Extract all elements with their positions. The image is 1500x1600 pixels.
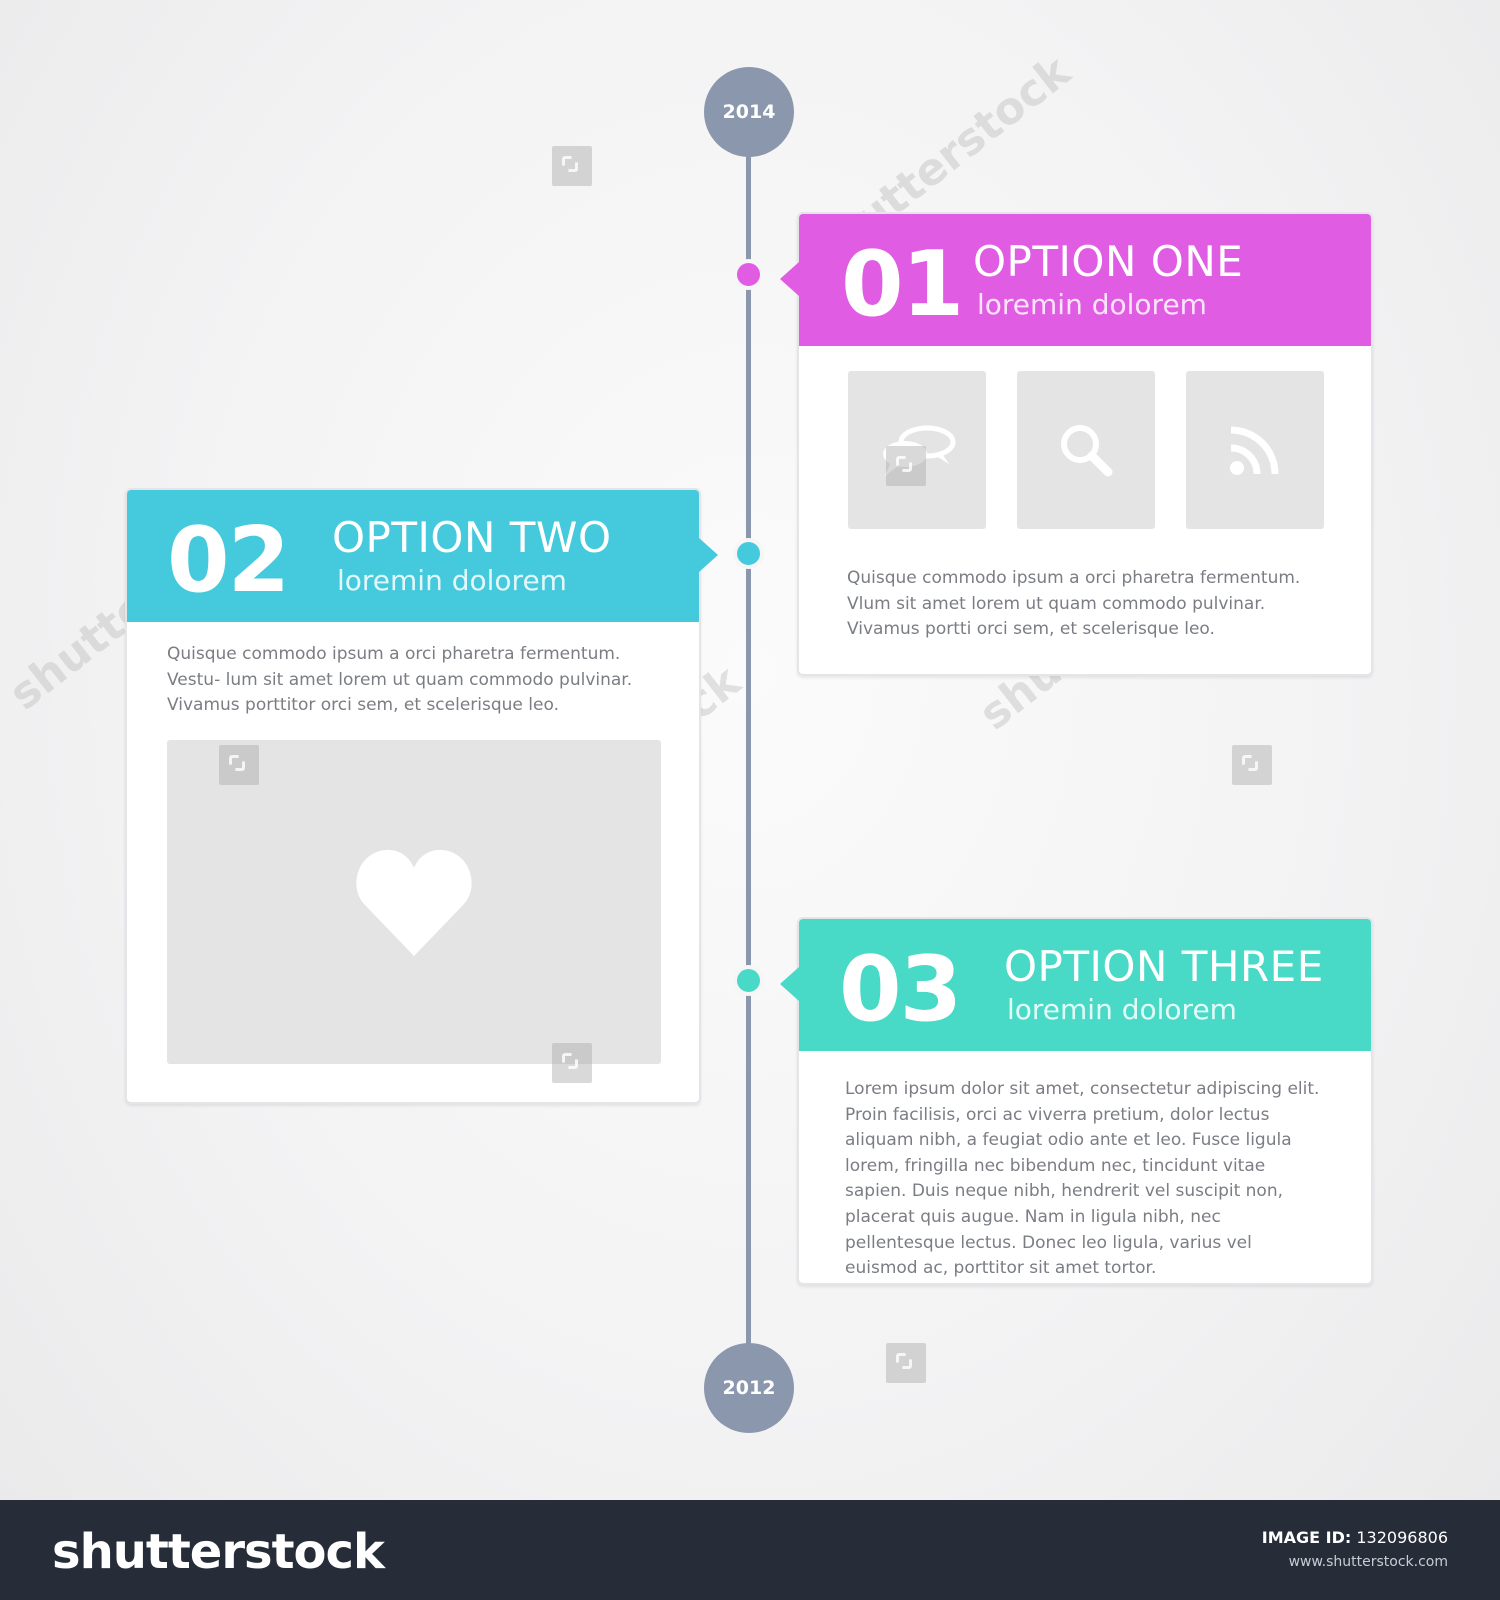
option-three-card: 03 OPTION THREE loremin dolorem Lorem ip… [780,917,1373,1285]
timeline-dot-three [733,965,764,996]
option-two-title: OPTION TWO [332,513,612,562]
option-two-body: Quisque commodo ipsum a orci pharetra fe… [167,644,633,716]
option-two-pointer [699,538,718,572]
timeline-line [746,150,751,1395]
option-three-subtitle: loremin dolorem [1007,993,1237,1026]
footer-logo: shutterstock [52,1524,385,1580]
option-two-card: 02 OPTION TWO loremin dolorem Quisque co… [125,488,718,1104]
option-two-subtitle: loremin dolorem [337,564,567,597]
watermark-mark [1232,745,1272,785]
option-one-card: 01 OPTION ONE loremin dolorem Quisque co… [780,212,1373,676]
search-icon [1061,425,1113,477]
year-bottom-label: 2012 [722,1377,776,1399]
footer-url: www.shutterstock.com [1288,1554,1448,1570]
watermark-mark [552,146,592,186]
option-one-number: 01 [841,232,964,337]
option-three-pointer [780,967,799,1001]
option-two-number: 02 [167,508,290,613]
footer-bar: shutterstock IMAGE ID: 132096806 www.shu… [0,1500,1500,1600]
year-top-badge: 2014 [704,67,794,157]
rss-tile [1186,371,1324,529]
watermark-mark [219,745,259,785]
watermark-mark [886,446,926,486]
option-one-subtitle: loremin dolorem [977,288,1207,321]
option-three-title: OPTION THREE [1004,942,1324,991]
rss-icon [1230,426,1279,475]
year-bottom-badge: 2012 [704,1343,794,1433]
heart-icon [356,849,472,956]
option-one-pointer [780,262,799,296]
option-one-body: Quisque commodo ipsum a orci pharetra fe… [847,568,1301,640]
timeline-dot-two [733,538,764,569]
search-tile [1017,371,1155,529]
image-id-value: 132096806 [1356,1528,1448,1547]
image-placeholder [167,740,661,1064]
year-top-label: 2014 [722,101,776,123]
watermark-mark [552,1043,592,1083]
image-id-line: IMAGE ID: 132096806 [1262,1528,1448,1547]
option-three-number: 03 [839,937,962,1042]
timeline-dot-one [733,259,764,290]
option-three-body: Lorem ipsum dolor sit amet, consectetur … [845,1079,1320,1279]
watermark-mark [886,1343,926,1383]
image-id-label: IMAGE ID: [1261,1528,1352,1547]
option-one-title: OPTION ONE [973,237,1244,286]
timeline-infographic: shutterstock shutterstock shutterstock s… [0,0,1500,1500]
